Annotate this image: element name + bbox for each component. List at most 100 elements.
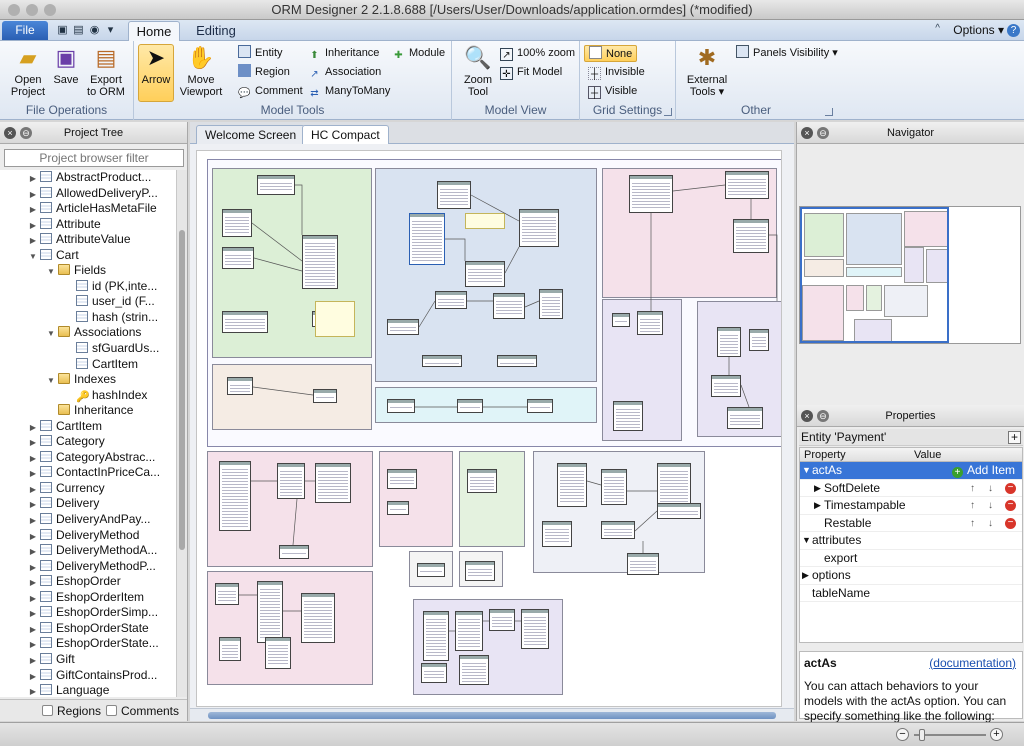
many-to-many-button[interactable]: ⇄ ManyToMany — [308, 83, 390, 100]
chevron-down-icon[interactable]: ▼ — [28, 249, 38, 265]
fit-model-button[interactable]: ✛ Fit Model — [500, 64, 562, 81]
close-icon[interactable]: × — [801, 127, 813, 139]
chevron-right-icon[interactable]: ▶ — [28, 606, 38, 622]
chevron-right-icon[interactable]: ▶ — [28, 466, 38, 482]
association-button[interactable]: ↗ Association — [308, 64, 381, 81]
panels-visibility-button[interactable]: Panels Visibility ▾ — [736, 45, 838, 62]
inheritance-button[interactable]: ⬆ Inheritance — [308, 45, 379, 62]
tree-node[interactable]: ▼ Indexes — [0, 372, 176, 388]
add-item-button[interactable]: + Add Item — [952, 462, 1015, 480]
chevron-right-icon[interactable]: ▶ — [814, 480, 821, 498]
tree-node[interactable]: ▶ Gift — [0, 652, 176, 668]
window-zoom-button[interactable] — [44, 4, 56, 16]
tree-node[interactable]: ▶ DeliveryAndPay... — [0, 512, 176, 528]
tab-hc-compact[interactable]: HC Compact — [302, 125, 389, 144]
tree-node[interactable]: CartItem — [0, 357, 176, 373]
chevron-down-icon[interactable]: ▼ — [802, 462, 811, 480]
tree-node[interactable]: ▶ Attribute — [0, 217, 176, 233]
tree-node[interactable]: ▶ DeliveryMethodA... — [0, 543, 176, 559]
close-icon[interactable]: × — [4, 127, 16, 139]
remove-icon[interactable]: − — [1005, 482, 1016, 494]
tree-scroll-thumb[interactable] — [179, 230, 185, 550]
grid-none-button[interactable]: None — [584, 45, 638, 62]
chevron-right-icon[interactable]: ▶ — [28, 669, 38, 685]
property-row-options[interactable]: ▶ options — [800, 567, 1022, 585]
documentation-link[interactable]: (documentation) — [929, 656, 1016, 671]
tree-node[interactable]: id (PK,inte... — [0, 279, 176, 295]
tree-node[interactable]: ▶ GiftContainsProd... — [0, 668, 176, 684]
remove-icon[interactable]: − — [1005, 500, 1016, 511]
tree-node[interactable]: Inheritance — [0, 403, 176, 419]
chevron-right-icon[interactable]: ▶ — [28, 529, 38, 545]
chevron-right-icon[interactable]: ▶ — [28, 451, 38, 467]
grid-settings-dialog-launcher[interactable] — [664, 108, 672, 116]
undock-icon[interactable]: ⊖ — [817, 127, 829, 139]
tree-node[interactable]: ▶ DeliveryMethod — [0, 528, 176, 544]
tree-node[interactable]: hash (strin... — [0, 310, 176, 326]
chevron-right-icon[interactable]: ▶ — [28, 218, 38, 234]
grid-visible-button[interactable]: ┼ Visible — [588, 83, 637, 100]
undock-icon[interactable]: ⊖ — [817, 410, 829, 422]
comments-checkbox[interactable]: Comments — [106, 705, 179, 718]
move-up-icon[interactable]: ↑ — [970, 480, 975, 498]
help-icon[interactable]: ? — [1007, 24, 1020, 37]
documentation-link-text[interactable]: documentation — [933, 656, 1012, 670]
file-menu-tab[interactable]: File — [2, 21, 48, 40]
options-menu-button[interactable]: Options ▾ — [953, 22, 1004, 39]
save-quick-icon[interactable]: ▣ — [56, 24, 69, 37]
tree-node[interactable]: ▶ Delivery — [0, 496, 176, 512]
entity-button[interactable]: Entity — [238, 45, 283, 62]
chevron-right-icon[interactable]: ▶ — [28, 233, 38, 249]
tree-node[interactable]: ▶ EshopOrderItem — [0, 590, 176, 606]
property-row-attributes[interactable]: ▼ attributes — [800, 532, 1022, 550]
region-button[interactable]: Region — [238, 64, 290, 81]
tree-node[interactable]: ▶ Category — [0, 434, 176, 450]
chevron-right-icon[interactable]: ▶ — [28, 560, 38, 576]
save-button[interactable]: ▣ Save — [44, 45, 88, 101]
tab-welcome-screen[interactable]: Welcome Screen — [196, 125, 306, 144]
zoom-in-icon[interactable]: + — [990, 728, 1003, 741]
chevron-right-icon[interactable]: ▶ — [28, 684, 38, 697]
tree-node[interactable]: ▶ ArticleHasMetaFile — [0, 201, 176, 217]
chevron-down-icon[interactable]: ▼ — [802, 532, 811, 550]
comment-button[interactable]: 💬 Comment — [238, 83, 302, 100]
grid-invisible-button[interactable]: ┼ Invisible — [588, 64, 645, 81]
chevron-right-icon[interactable]: ▶ — [28, 482, 38, 498]
tree-node[interactable]: user_id (F... — [0, 294, 176, 310]
tree-node[interactable]: ▼ Cart — [0, 248, 176, 264]
chevron-right-icon[interactable]: ▶ — [28, 653, 38, 669]
tree-node[interactable]: ▶ AttributeValue — [0, 232, 176, 248]
chevron-right-icon[interactable]: ▶ — [28, 435, 38, 451]
new-quick-icon[interactable]: ▤ — [72, 24, 85, 37]
tree-node[interactable]: ▶ EshopOrderSimp... — [0, 605, 176, 621]
property-row-softdelete[interactable]: ▶ SoftDelete ↑ ↓ − — [800, 480, 1022, 498]
project-browser-filter-input[interactable] — [4, 149, 184, 167]
tree-node[interactable]: ▶ AbstractProduct... — [0, 170, 176, 186]
chevron-down-icon[interactable]: ▼ — [46, 326, 56, 342]
navigator-viewport-rect[interactable] — [800, 207, 949, 343]
move-viewport-button[interactable]: ✋ Move Viewport — [178, 45, 224, 101]
horizontal-scrollbar[interactable] — [190, 708, 794, 721]
remove-icon[interactable]: − — [1005, 517, 1016, 529]
move-down-icon[interactable]: ↓ — [988, 480, 993, 498]
chevron-down-icon[interactable]: ▼ — [46, 264, 56, 280]
move-up-icon[interactable]: ↑ — [970, 497, 975, 515]
property-row-restable[interactable]: Restable ↑ ↓ − — [800, 515, 1022, 532]
chevron-right-icon[interactable]: ▶ — [802, 567, 809, 585]
tree-node[interactable]: ▶ AllowedDeliveryP... — [0, 186, 176, 202]
chevron-right-icon[interactable]: ▶ — [28, 591, 38, 607]
tree-node[interactable]: ▼ Fields — [0, 263, 176, 279]
window-close-button[interactable] — [8, 4, 20, 16]
customize-quick-access-icon[interactable]: ▾ — [104, 24, 117, 37]
expand-all-icon[interactable]: + — [1008, 431, 1021, 444]
chevron-right-icon[interactable]: ▶ — [28, 637, 38, 653]
window-minimize-button[interactable] — [26, 4, 38, 16]
ribbon-collapse-icon[interactable]: ^ — [935, 23, 940, 34]
tab-editing[interactable]: Editing — [188, 21, 244, 41]
chevron-right-icon[interactable]: ▶ — [28, 544, 38, 560]
tree-node[interactable]: ▶ CategoryAbstrac... — [0, 450, 176, 466]
chevron-right-icon[interactable]: ▶ — [28, 513, 38, 529]
chevron-right-icon[interactable]: ▶ — [28, 171, 38, 187]
zoom-tool-button[interactable]: 🔍 Zoom Tool — [458, 45, 498, 101]
chevron-right-icon[interactable]: ▶ — [28, 575, 38, 591]
